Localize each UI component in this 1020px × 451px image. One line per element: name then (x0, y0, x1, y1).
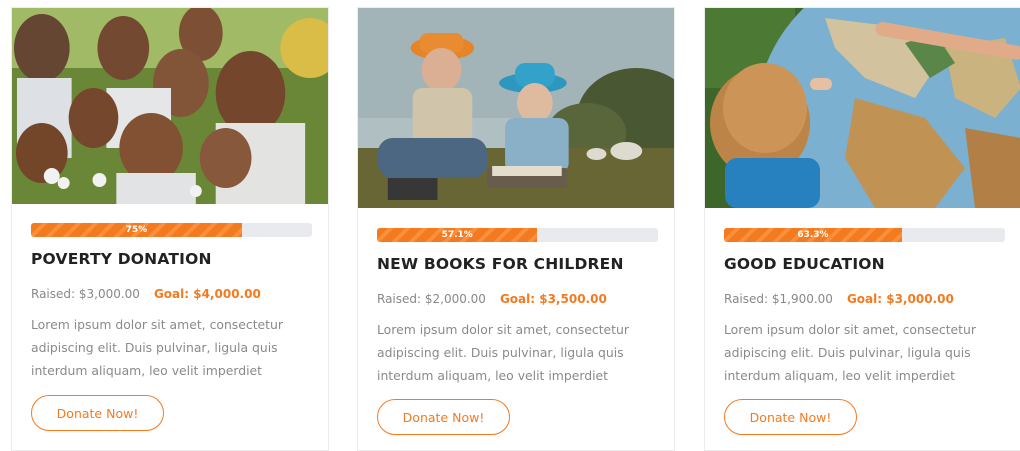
goal-amount: Goal: $3,000.00 (846, 292, 954, 306)
progress-bar: 75% (31, 223, 312, 237)
cause-description: Lorem ipsum dolor sit amet, consectetur … (724, 322, 976, 383)
progress-label: 75% (125, 225, 148, 235)
cause-description: Lorem ipsum dolor sit amet, consectetur … (377, 322, 629, 383)
donate-now-button[interactable]: Donate Now! (31, 395, 164, 431)
cause-image-children[interactable] (12, 8, 328, 204)
progress-bar: 63.3% (724, 228, 1005, 242)
donate-now-button[interactable]: Donate Now! (724, 399, 857, 435)
progress-fill: 63.3% (724, 228, 902, 242)
cause-card: 57.1% NEW BOOKS FOR CHILDREN Raised: $2,… (357, 7, 675, 451)
cause-title: GOOD EDUCATION (724, 255, 885, 273)
progress-label: 57.1% (441, 230, 473, 240)
cause-image-globe[interactable] (705, 8, 1020, 208)
goal-amount: Goal: $3,500.00 (499, 292, 607, 306)
funding-info: Raised: $3,000.00 Goal: $4,000.00 (31, 287, 261, 301)
progress-fill: 57.1% (377, 228, 538, 242)
goal-amount: Goal: $4,000.00 (153, 287, 261, 301)
progress-bar: 57.1% (377, 228, 658, 242)
funding-info: Raised: $2,000.00 Goal: $3,500.00 (377, 292, 607, 306)
cause-card: 63.3% GOOD EDUCATION Raised: $1,900.00 Go… (704, 7, 1020, 451)
raised-amount: Raised: $1,900.00 (724, 292, 833, 306)
cause-title: NEW BOOKS FOR CHILDREN (377, 255, 624, 273)
cause-description: Lorem ipsum dolor sit amet, consectetur … (31, 317, 283, 378)
funding-info: Raised: $1,900.00 Goal: $3,000.00 (724, 292, 954, 306)
cause-title: POVERTY DONATION (31, 250, 212, 268)
donate-now-button[interactable]: Donate Now! (377, 399, 510, 435)
progress-label: 63.3% (797, 230, 829, 240)
raised-amount: Raised: $3,000.00 (31, 287, 140, 301)
raised-amount: Raised: $2,000.00 (377, 292, 486, 306)
cause-image-reading[interactable] (358, 8, 674, 208)
progress-fill: 75% (31, 223, 242, 237)
cause-card: 75% POVERTY DONATION Raised: $3,000.00 Go… (11, 7, 329, 451)
